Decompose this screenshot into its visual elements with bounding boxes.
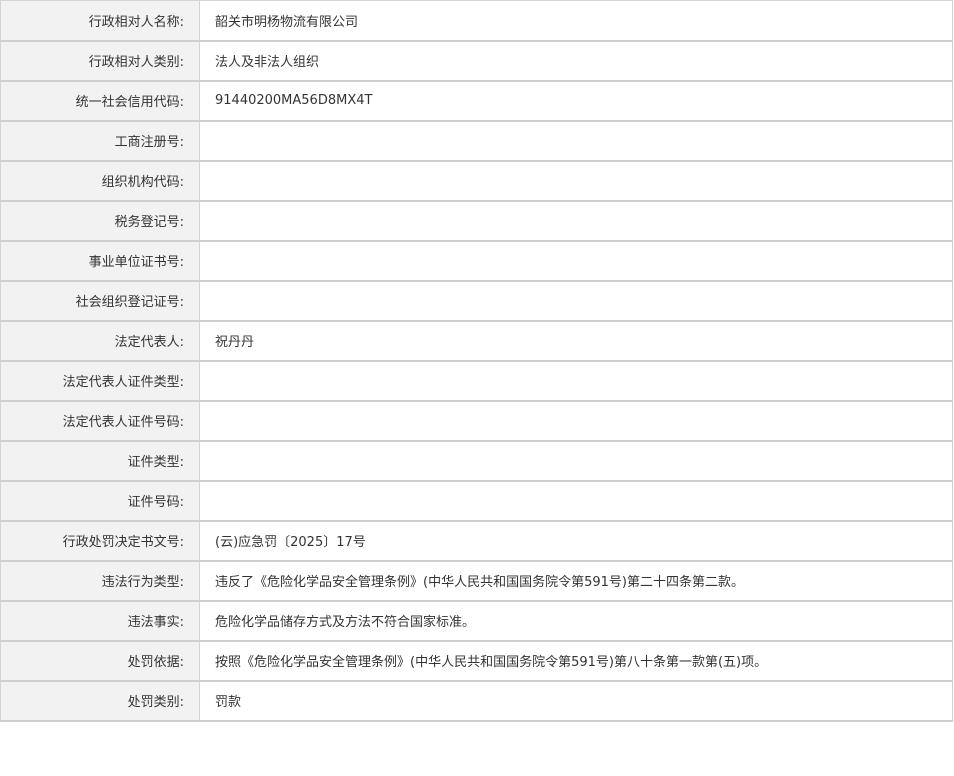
row-value: (云)应急罚〔2025〕17号 — [199, 520, 953, 562]
row-label: 统一社会信用代码: — [0, 80, 200, 122]
row-label: 组织机构代码: — [0, 160, 200, 202]
row-label: 处罚依据: — [0, 640, 200, 682]
row-label: 法定代表人证件类型: — [0, 360, 200, 402]
row-value: 韶关市明杨物流有限公司 — [199, 0, 953, 42]
row-value: 91440200MA56D8MX4T — [199, 80, 953, 122]
row-value — [199, 240, 953, 282]
table-row-credit-code: 统一社会信用代码: 91440200MA56D8MX4T — [0, 80, 953, 122]
table-row-legal-rep: 法定代表人: 祝丹丹 — [0, 320, 953, 362]
row-label: 违法事实: — [0, 600, 200, 642]
table-row-org-code: 组织机构代码: — [0, 160, 953, 202]
row-label: 违法行为类型: — [0, 560, 200, 602]
row-value: 违反了《危险化学品安全管理条例》(中华人民共和国国务院令第591号)第二十四条第… — [199, 560, 953, 602]
row-value — [199, 160, 953, 202]
row-value: 法人及非法人组织 — [199, 40, 953, 82]
row-label: 社会组织登记证号: — [0, 280, 200, 322]
row-label: 证件号码: — [0, 480, 200, 522]
row-value: 祝丹丹 — [199, 320, 953, 362]
row-label: 税务登记号: — [0, 200, 200, 242]
table-row-id-type: 证件类型: — [0, 440, 953, 482]
table-row-institution-cert-no: 事业单位证书号: — [0, 240, 953, 282]
row-label: 证件类型: — [0, 440, 200, 482]
row-value: 按照《危险化学品安全管理条例》(中华人民共和国国务院令第591号)第八十条第一款… — [199, 640, 953, 682]
table-row-penalty-category: 处罚类别: 罚款 — [0, 680, 953, 722]
table-row-penalty-basis: 处罚依据: 按照《危险化学品安全管理条例》(中华人民共和国国务院令第591号)第… — [0, 640, 953, 682]
row-value: 危险化学品储存方式及方法不符合国家标准。 — [199, 600, 953, 642]
row-label: 处罚类别: — [0, 680, 200, 722]
row-label: 法定代表人证件号码: — [0, 400, 200, 442]
table-row-decision-doc-no: 行政处罚决定书文号: (云)应急罚〔2025〕17号 — [0, 520, 953, 562]
row-label: 行政相对人类别: — [0, 40, 200, 82]
table-row-relative-category: 行政相对人类别: 法人及非法人组织 — [0, 40, 953, 82]
table-row-id-no: 证件号码: — [0, 480, 953, 522]
row-label: 行政相对人名称: — [0, 0, 200, 42]
row-value — [199, 360, 953, 402]
table-row-business-reg-no: 工商注册号: — [0, 120, 953, 162]
table-row-legal-rep-id-no: 法定代表人证件号码: — [0, 400, 953, 442]
row-value — [199, 480, 953, 522]
row-value — [199, 280, 953, 322]
table-row-relative-name: 行政相对人名称: 韶关市明杨物流有限公司 — [0, 0, 953, 42]
row-value — [199, 400, 953, 442]
row-value — [199, 200, 953, 242]
table-row-violation-facts: 违法事实: 危险化学品储存方式及方法不符合国家标准。 — [0, 600, 953, 642]
table-row-tax-reg-no: 税务登记号: — [0, 200, 953, 242]
row-value: 罚款 — [199, 680, 953, 722]
penalty-info-table: 行政相对人名称: 韶关市明杨物流有限公司 行政相对人类别: 法人及非法人组织 统… — [0, 0, 953, 722]
table-row-social-org-reg-no: 社会组织登记证号: — [0, 280, 953, 322]
table-row-legal-rep-id-type: 法定代表人证件类型: — [0, 360, 953, 402]
row-value — [199, 120, 953, 162]
table-row-violation-type: 违法行为类型: 违反了《危险化学品安全管理条例》(中华人民共和国国务院令第591… — [0, 560, 953, 602]
row-value — [199, 440, 953, 482]
row-label: 法定代表人: — [0, 320, 200, 362]
row-label: 工商注册号: — [0, 120, 200, 162]
row-label: 事业单位证书号: — [0, 240, 200, 282]
row-label: 行政处罚决定书文号: — [0, 520, 200, 562]
